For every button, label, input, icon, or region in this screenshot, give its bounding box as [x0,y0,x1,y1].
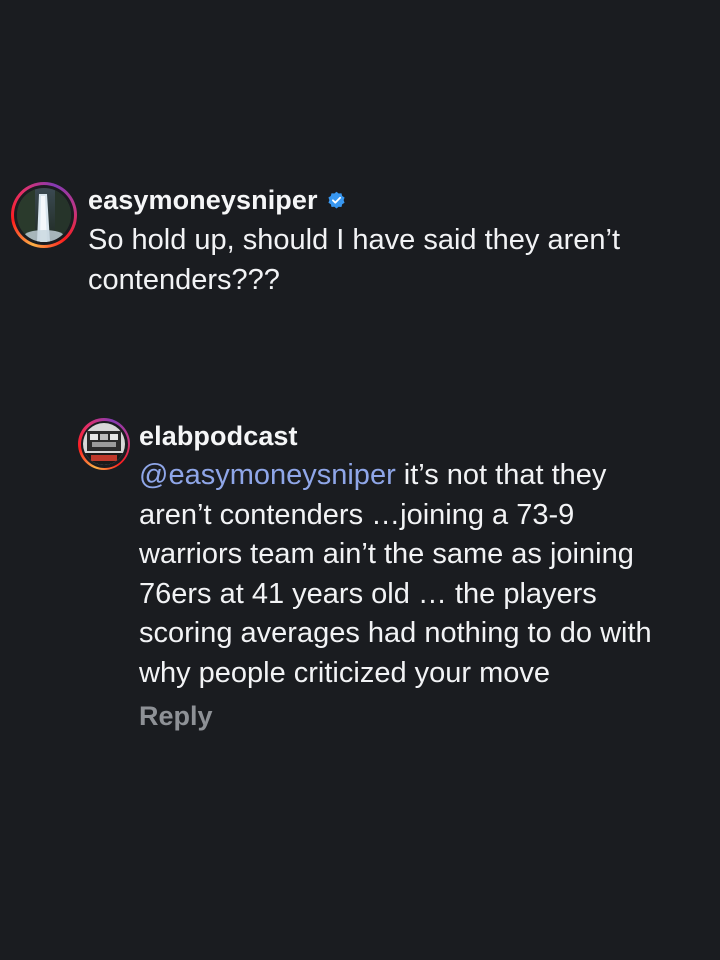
reply-button[interactable]: Reply [139,701,213,732]
username[interactable]: elabpodcast [139,421,298,452]
story-ring[interactable] [78,418,130,470]
username-row: easymoneysniper [88,182,648,218]
username-row: elabpodcast [139,418,659,454]
mention-link[interactable]: @easymoneysniper [139,459,396,491]
verified-badge-icon [328,191,345,208]
comment-text: @easymoneysniper it’s not that they aren… [139,456,659,693]
avatar-gap [80,420,128,468]
avatar[interactable] [83,423,125,465]
comment-easymoneysniper: easymoneysniper So hold up, should I hav… [11,182,691,300]
comment-text: So hold up, should I have said they aren… [88,224,621,296]
username[interactable]: easymoneysniper [88,185,318,216]
comment-body: easymoneysniper So hold up, should I hav… [88,182,648,300]
story-ring[interactable] [11,182,77,248]
comment-text-body: it’s not that they aren’t contenders …jo… [139,459,652,689]
comment-elabpodcast: elabpodcast @easymoneysniper it’s not th… [78,418,698,732]
comment-body: elabpodcast @easymoneysniper it’s not th… [139,418,659,732]
avatar[interactable] [17,188,71,242]
avatar-gap [14,185,74,245]
